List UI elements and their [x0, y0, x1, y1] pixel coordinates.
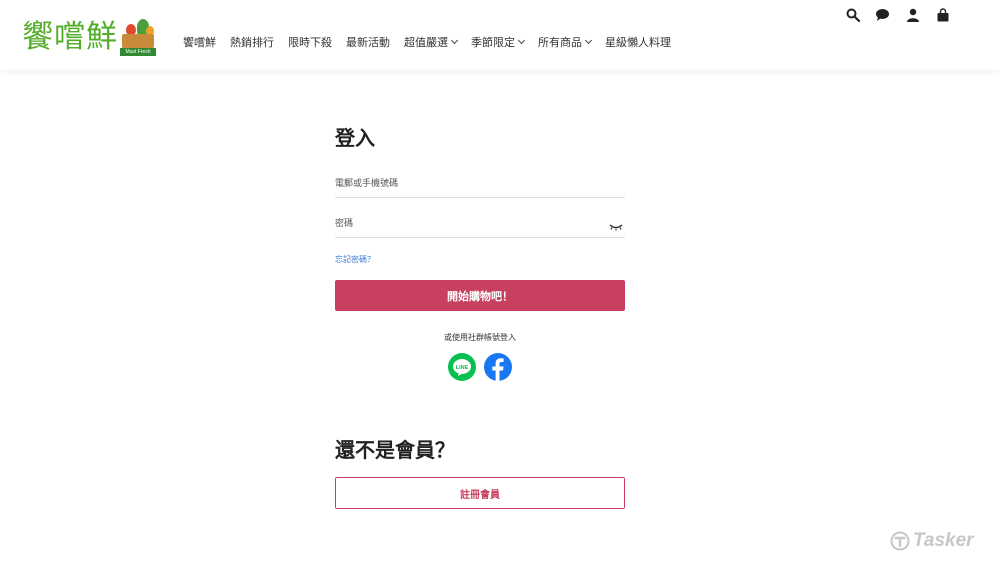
nav-item-star-chef-meals[interactable]: 星級懶人料理: [605, 34, 671, 50]
facebook-login-button[interactable]: [484, 353, 512, 381]
facebook-icon: [492, 358, 504, 381]
svg-text:LINE: LINE: [456, 365, 469, 371]
line-login-button[interactable]: LINE: [448, 353, 476, 381]
cart-icon[interactable]: [934, 7, 951, 23]
social-login-label: 或使用社群帳號登入: [444, 333, 516, 342]
password-input[interactable]: [335, 210, 625, 229]
register-title: 還不是會員？: [335, 438, 455, 462]
nav-item-home[interactable]: 饗嚐鮮: [183, 34, 216, 50]
forgot-password-link[interactable]: 忘記密碼？: [335, 254, 375, 265]
line-icon: LINE: [453, 359, 471, 376]
account-field: [335, 170, 625, 198]
password-field: [335, 210, 625, 238]
nav-item-bestsellers[interactable]: 熱銷排行: [230, 34, 274, 50]
basket-logo-icon: Must Fresh: [120, 16, 156, 56]
nav-item-flash-sale[interactable]: 限時下殺: [288, 34, 332, 50]
register-button[interactable]: 註冊會員: [335, 477, 625, 509]
main-nav: 饗嚐鮮 熱銷排行 限時下殺 最新活動 超值嚴選 季節限定 所有商品 星級懶人料理: [183, 34, 685, 50]
tasker-watermark: Tasker: [890, 530, 974, 552]
chevron-down-icon: [517, 36, 526, 45]
search-icon[interactable]: [844, 7, 861, 23]
brand-logo[interactable]: 饗嚐鮮 Must Fresh: [22, 14, 156, 56]
brand-tagline: Must Fresh: [120, 48, 156, 56]
site-header: 饗嚐鮮 Must Fresh 饗嚐鮮 熱銷排行 限時下殺 最新活動 超值嚴選 季…: [0, 0, 1000, 70]
nav-item-events[interactable]: 最新活動: [346, 34, 390, 50]
tasker-logo-icon: [890, 531, 910, 551]
nav-item-value-picks[interactable]: 超值嚴選: [404, 34, 459, 50]
chevron-down-icon: [584, 36, 593, 45]
eye-closed-icon[interactable]: [609, 223, 623, 231]
nav-item-seasonal[interactable]: 季節限定: [471, 34, 526, 50]
login-submit-button[interactable]: 開始購物吧！: [335, 280, 625, 311]
account-input[interactable]: [335, 170, 625, 189]
brand-name: 饗嚐鮮: [22, 19, 118, 55]
nav-item-all-products[interactable]: 所有商品: [538, 34, 593, 50]
watermark-text: Tasker: [913, 530, 974, 551]
user-icon[interactable]: [904, 7, 921, 23]
chevron-down-icon: [450, 36, 459, 45]
header-tools: [844, 7, 951, 23]
login-title: 登入: [335, 126, 375, 150]
chat-icon[interactable]: [874, 7, 891, 23]
